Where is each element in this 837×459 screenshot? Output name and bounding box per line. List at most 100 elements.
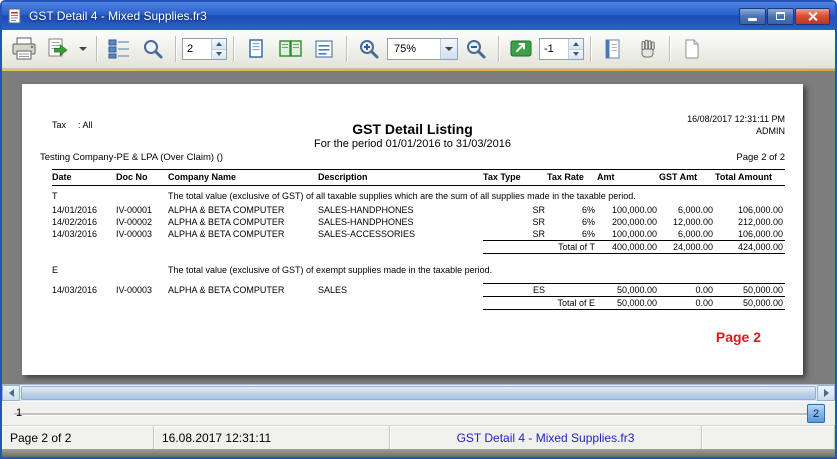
report-datetime: 16/08/2017 12:31:11 PM [687, 114, 785, 124]
trackbar-groove [14, 413, 823, 415]
zoom-dropdown-button[interactable] [440, 39, 457, 59]
two-page-icon [278, 38, 302, 60]
empty-cell [52, 241, 483, 254]
cell-tax-type: SR [483, 216, 547, 228]
cell-company: ALPHA & BETA COMPUTER [168, 216, 318, 228]
page-width-view-button[interactable] [308, 33, 340, 65]
status-filename-text: GST Detail 4 - Mixed Supplies.fr3 [457, 431, 635, 445]
cell-amt: 50,000.00 [597, 284, 659, 297]
report-subheader: Testing Company-PE & LPA (Over Claim) ()… [40, 152, 785, 163]
single-page-icon [245, 38, 267, 60]
zoom-out-button[interactable] [460, 33, 492, 65]
hand-tool-button[interactable] [631, 33, 663, 65]
page-width-icon [313, 38, 335, 60]
cell-tax-rate [547, 284, 597, 297]
cell-total: 212,000.00 [715, 216, 785, 228]
arrow-down-icon [216, 52, 222, 56]
minimize-button[interactable] [739, 8, 766, 25]
total-total: 424,000.00 [715, 241, 785, 254]
company-name: Testing Company-PE & LPA (Over Claim) () [40, 152, 223, 163]
status-filename-panel: GST Detail 4 - Mixed Supplies.fr3 [390, 426, 702, 449]
page-setup-icon [602, 38, 624, 60]
offset-arrows [568, 39, 583, 59]
page-number-spinner [182, 38, 227, 60]
maximize-icon [776, 12, 785, 20]
cell-date: 14/03/2016 [52, 284, 116, 297]
scroll-left-button[interactable] [2, 385, 20, 401]
spin-down-button[interactable] [569, 50, 583, 60]
separator [96, 36, 97, 62]
cell-company: ALPHA & BETA COMPUTER [168, 228, 318, 241]
single-page-view-button[interactable] [240, 33, 272, 65]
zoom-in-button[interactable] [353, 33, 385, 65]
table-row: 14/02/2016 IV-00002 ALPHA & BETA COMPUTE… [52, 216, 785, 228]
cell-tax-rate: 6% [547, 228, 597, 241]
page-number-input[interactable] [183, 39, 211, 59]
empty-cell [52, 297, 483, 310]
page-stamp: Page 2 [716, 329, 761, 345]
total-total: 50,000.00 [715, 297, 785, 310]
section-code: E [52, 260, 168, 278]
cell-description: SALES-HANDPHONES [318, 216, 483, 228]
arrow-up-icon [216, 42, 222, 46]
total-amt: 50,000.00 [597, 297, 659, 310]
status-page-text: Page 2 of 2 [10, 431, 71, 445]
total-row: Total of T 400,000.00 24,000.00 424,000.… [52, 241, 785, 254]
outline-button[interactable] [103, 33, 135, 65]
close-button[interactable] [795, 8, 830, 25]
separator [233, 36, 234, 62]
search-icon [141, 38, 165, 60]
trackbar-thumb[interactable]: 2 [807, 404, 825, 423]
spin-up-button[interactable] [212, 39, 226, 50]
spin-up-button[interactable] [569, 39, 583, 50]
zoom-input[interactable] [388, 39, 440, 59]
report-page: Tax: All GST Detail Listing For the peri… [22, 84, 803, 375]
cell-tax-type: SR [483, 228, 547, 241]
cell-gst-amt: 6,000.00 [659, 204, 715, 216]
cell-description: SALES [318, 284, 483, 297]
page-trackbar[interactable]: 1 2 [2, 401, 835, 425]
maximize-button[interactable] [767, 8, 794, 25]
find-button[interactable] [137, 33, 169, 65]
print-button[interactable] [8, 33, 40, 65]
scroll-right-button[interactable] [817, 385, 835, 401]
cell-tax-type: ES [483, 284, 547, 297]
col-amt: Amt [597, 170, 659, 186]
cell-doc-no: IV-00003 [116, 284, 168, 297]
scrollbar-thumb[interactable] [21, 386, 816, 400]
table-header-row: Date Doc No Company Name Description Tax… [52, 170, 785, 186]
cell-gst-amt: 6,000.00 [659, 228, 715, 241]
report-period: For the period 01/01/2016 to 31/03/2016 [22, 138, 803, 150]
printer-icon [11, 37, 37, 61]
col-tax-type: Tax Type [483, 170, 547, 186]
status-empty-panel [702, 426, 835, 449]
separator [590, 36, 591, 62]
report-preview-window: GST Detail 4 - Mixed Supplies.fr3 [0, 0, 837, 459]
col-date: Date [52, 170, 116, 186]
hand-icon [635, 38, 659, 60]
cell-doc-no: IV-00003 [116, 228, 168, 241]
cell-total: 106,000.00 [715, 228, 785, 241]
cell-company: ALPHA & BETA COMPUTER [168, 284, 318, 297]
export-options-button[interactable] [76, 33, 90, 65]
section-code: T [52, 186, 168, 205]
window-bottom-frame [2, 449, 835, 457]
chevron-down-icon [79, 47, 87, 51]
cell-amt: 100,000.00 [597, 228, 659, 241]
fullscreen-button[interactable] [505, 33, 537, 65]
new-page-button[interactable] [676, 33, 708, 65]
page-setup-button[interactable] [597, 33, 629, 65]
trackbar-tick-1: 1 [16, 407, 22, 419]
arrow-right-icon [824, 389, 829, 397]
export-button[interactable] [42, 33, 74, 65]
report-user: ADMIN [756, 126, 785, 136]
report-title: GST Detail Listing [22, 121, 803, 137]
status-datetime-panel: 16.08.2017 12:31:11 [154, 426, 390, 449]
cell-description: SALES-ACCESSORIES [318, 228, 483, 241]
spin-down-button[interactable] [212, 50, 226, 60]
total-gst-amt: 24,000.00 [659, 241, 715, 254]
offset-input[interactable] [540, 39, 568, 59]
zoom-out-icon [464, 38, 488, 60]
two-page-view-button[interactable] [274, 33, 306, 65]
total-gst-amt: 0.00 [659, 297, 715, 310]
